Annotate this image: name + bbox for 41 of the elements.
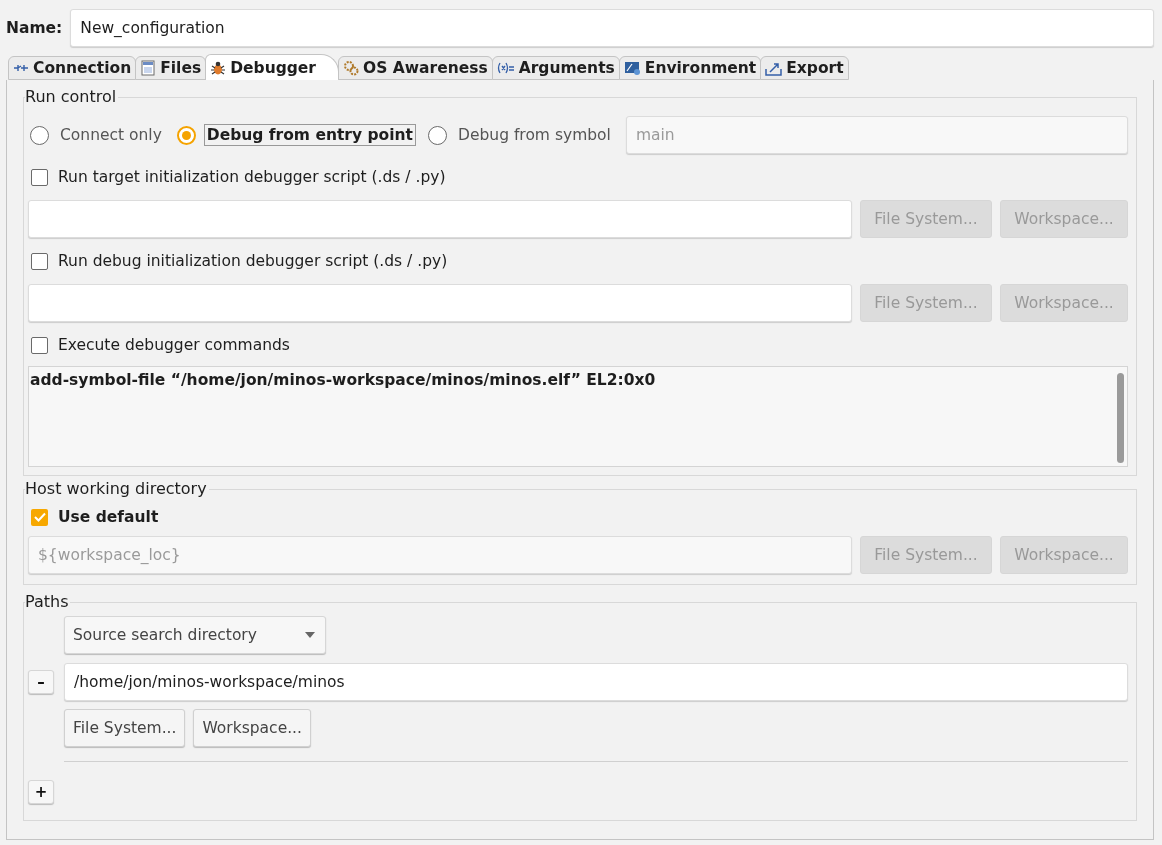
checkbox-label: Use default [58,508,159,526]
variable-icon [496,62,515,74]
checkbox-box[interactable] [31,336,48,354]
monitor-icon [623,60,641,76]
radio-label: Connect only [59,125,163,146]
export-icon [765,60,783,76]
connector-icon [13,63,29,73]
tab[interactable]: Files [135,56,207,80]
tab[interactable]: Connection [8,56,137,80]
group-title: Host working directory [25,480,209,498]
gears-icon [343,60,359,76]
source-type-dropdown[interactable]: Source search directory [64,616,326,654]
checkbox[interactable]: Use default [31,508,159,526]
add-path-button[interactable]: + [28,780,54,804]
bug-icon [210,59,227,76]
remove-path-button[interactable]: – [28,670,54,694]
tab[interactable]: OS Awareness [338,56,493,80]
dropdown-caret-icon [305,632,315,638]
radio-button[interactable] [428,125,447,145]
name-field[interactable]: New_configuration [70,9,1154,47]
radio-option[interactable]: Connect only [30,124,165,146]
path-field[interactable]: /home/jon/minos-workspace/minos [64,663,1128,701]
script-path-field[interactable] [28,284,852,322]
radio-label: Debug from symbol [457,125,612,146]
binary-file-icon [140,60,157,76]
workspace-button[interactable]: Workspace... [193,709,311,747]
tab[interactable]: Arguments [491,56,620,80]
scrollbar-thumb[interactable] [1116,373,1124,463]
checkbox-box[interactable] [31,508,48,526]
file-system-button[interactable]: File System... [64,709,186,747]
checkbox-box[interactable] [31,168,48,186]
radio-button[interactable] [30,125,49,145]
tab[interactable]: Export [760,56,849,80]
tab[interactable]: Environment [618,56,762,80]
radio-option[interactable]: Debug from symbol [428,124,614,146]
radio-button[interactable] [176,125,196,145]
name-label: Name: [6,19,63,37]
checkbox-box[interactable] [31,252,48,270]
tab[interactable]: Debugger [205,54,339,80]
commands-text-area[interactable]: add-symbol-file “/home/jon/minos-workspace/minos/minos.elf” EL2:0x0 [28,366,1128,467]
script-path-field[interactable] [28,200,852,238]
